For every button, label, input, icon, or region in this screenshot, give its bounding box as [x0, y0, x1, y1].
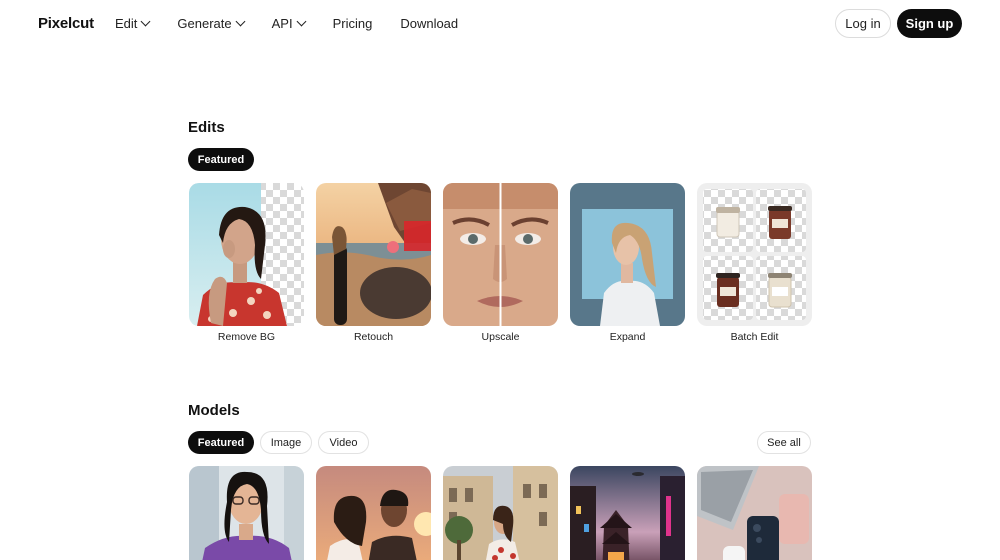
see-all-button[interactable]: See all: [757, 431, 811, 454]
model-thumbnail-devices: [697, 466, 812, 560]
retouch-label: Retouch: [353, 331, 394, 343]
retouch-thumbnail: [316, 183, 431, 326]
batch-edit-thumbnail: [697, 183, 812, 326]
remove-bg-card[interactable]: [189, 183, 304, 326]
nav-download-label: Download: [400, 16, 459, 31]
brand-logo[interactable]: Pixelcut: [38, 15, 94, 32]
remove-bg-label: Remove BG: [217, 331, 276, 343]
model-thumbnail-city: [570, 466, 685, 560]
nav-generate[interactable]: Generate: [177, 16, 246, 31]
expand-card[interactable]: [570, 183, 685, 326]
model-card[interactable]: [570, 466, 685, 560]
models-filter-featured[interactable]: Featured: [188, 431, 254, 454]
signup-button[interactable]: Sign up: [897, 9, 962, 38]
chevron-down-icon: [235, 16, 246, 27]
models-section-title: Models: [188, 402, 240, 419]
upscale-thumbnail: [443, 183, 558, 326]
expand-label: Expand: [609, 331, 646, 343]
upscale-label: Upscale: [481, 331, 520, 343]
nav-generate-label: Generate: [177, 16, 232, 31]
nav-pricing-label: Pricing: [332, 16, 373, 31]
remove-bg-thumbnail: [189, 183, 304, 326]
batch-edit-label: Batch Edit: [730, 331, 779, 343]
expand-thumbnail: [570, 183, 685, 326]
model-thumbnail-couple: [316, 466, 431, 560]
upscale-card[interactable]: [443, 183, 558, 326]
nav-edit-label: Edit: [115, 16, 138, 31]
model-thumbnail-street: [443, 466, 558, 560]
nav-pricing[interactable]: Pricing: [333, 16, 373, 31]
top-navbar: Pixelcut Edit Generate API Pricing Downl…: [0, 0, 1000, 48]
nav-api[interactable]: API: [271, 16, 307, 31]
batch-edit-card[interactable]: [697, 183, 812, 326]
nav-api-label: API: [271, 16, 293, 31]
models-filter-image[interactable]: Image: [260, 431, 312, 454]
model-card[interactable]: [443, 466, 558, 560]
models-filter-video[interactable]: Video: [318, 431, 369, 454]
retouch-card[interactable]: [316, 183, 431, 326]
model-thumbnail-portrait: [189, 466, 304, 560]
login-button[interactable]: Log in: [835, 9, 891, 38]
model-card[interactable]: [316, 466, 431, 560]
main-nav: Edit Generate API Pricing Download: [115, 16, 486, 31]
model-card[interactable]: [697, 466, 812, 560]
nav-edit[interactable]: Edit: [115, 16, 151, 31]
model-card[interactable]: [189, 466, 304, 560]
nav-download[interactable]: Download: [400, 16, 458, 31]
chevron-down-icon: [296, 16, 307, 27]
edits-filter-featured[interactable]: Featured: [188, 148, 254, 171]
chevron-down-icon: [140, 16, 151, 27]
edits-section-title: Edits: [188, 119, 225, 136]
